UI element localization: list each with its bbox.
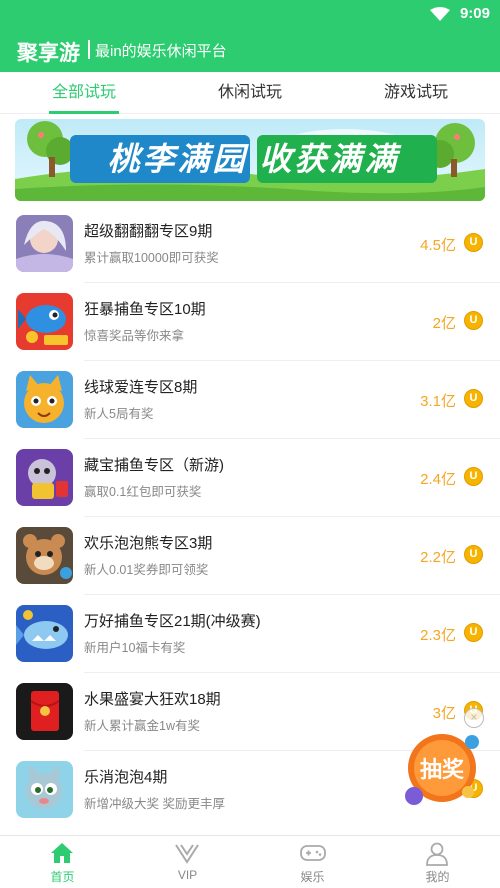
list-item[interactable]: 藏宝捕鱼专区（新游) 赢取0.1红包即可获奖 2.4亿 U bbox=[0, 439, 500, 517]
nav-label: 首页 bbox=[50, 870, 75, 884]
list-item[interactable]: 超级翻翻翻专区9期 累计赢取10000即可获奖 4.5亿 U bbox=[0, 205, 500, 283]
nav-mine[interactable]: 我的 bbox=[375, 836, 500, 888]
cat-game-icon bbox=[16, 371, 73, 428]
tab-label: 全部试玩 bbox=[51, 84, 116, 101]
prize-amount: 4.5亿 bbox=[420, 237, 456, 254]
nav-label: VIP bbox=[177, 868, 198, 882]
game-name: 水果盛宴大狂欢18期 bbox=[84, 691, 221, 708]
coin-icon: U bbox=[464, 389, 483, 408]
bubble-bear-icon bbox=[16, 527, 73, 584]
nav-vip[interactable]: VIP bbox=[125, 836, 250, 888]
game-name: 乐消泡泡4期 bbox=[84, 769, 168, 786]
list-item[interactable]: 欢乐泡泡熊专区3期 新人0.01奖券即可领奖 2.2亿 U bbox=[0, 517, 500, 595]
game-name: 欢乐泡泡熊专区3期 bbox=[84, 535, 213, 552]
red-envelope-icon bbox=[16, 683, 73, 740]
vip-icon bbox=[175, 844, 199, 864]
game-desc: 累计赢取10000即可获奖 bbox=[84, 251, 219, 265]
game-name: 超级翻翻翻专区9期 bbox=[84, 223, 213, 240]
nav-label: 娱乐 bbox=[300, 870, 325, 884]
game-name: 万好捕鱼专区21期(冲级赛) bbox=[84, 613, 261, 630]
list-item[interactable]: 狂暴捕鱼专区10期 惊喜奖品等你来拿 2亿 U bbox=[0, 283, 500, 361]
list-item[interactable]: 万好捕鱼专区21期(冲级赛) 新用户10福卡有奖 2.3亿 U bbox=[0, 595, 500, 673]
game-desc: 惊喜奖品等你来拿 bbox=[84, 329, 185, 343]
tab-indicator bbox=[49, 111, 119, 114]
status-time: 9:09 bbox=[459, 5, 490, 22]
prize-amount: 3.1亿 bbox=[420, 393, 456, 410]
user-icon bbox=[426, 842, 448, 866]
game-name: 线球爱连专区8期 bbox=[84, 379, 198, 396]
gamepad-icon bbox=[300, 845, 326, 861]
nav-label: 我的 bbox=[425, 870, 450, 884]
lottery-button[interactable]: 抽奖 bbox=[402, 730, 482, 810]
home-icon bbox=[51, 843, 73, 863]
tab-label: 游戏试玩 bbox=[383, 84, 448, 101]
bubble-cat-icon bbox=[16, 761, 73, 818]
wifi-icon bbox=[430, 7, 450, 21]
game-desc: 新用户10福卡有奖 bbox=[84, 641, 186, 655]
shark-fish-icon bbox=[16, 605, 73, 662]
promo-banner[interactable]: 桃李满园 收获满满 bbox=[15, 119, 485, 201]
tab-games[interactable]: 游戏试玩 bbox=[356, 72, 476, 114]
coin-icon: U bbox=[464, 233, 483, 252]
app-title: 聚享游 bbox=[17, 42, 80, 65]
fantasy-warrior-icon bbox=[16, 215, 73, 272]
tab-all[interactable]: 全部试玩 bbox=[24, 72, 144, 114]
lottery-label: 抽奖 bbox=[419, 757, 464, 782]
game-name: 狂暴捕鱼专区10期 bbox=[84, 301, 206, 318]
game-desc: 新人0.01奖券即可领奖 bbox=[84, 563, 209, 577]
title-divider bbox=[88, 40, 90, 59]
prize-amount: 2亿 bbox=[432, 315, 456, 332]
coin-icon: U bbox=[464, 623, 483, 642]
tab-label: 休闲试玩 bbox=[217, 84, 282, 101]
game-desc: 新人5局有奖 bbox=[84, 407, 154, 421]
app-header: 聚享游 最in的娱乐休闲平台 bbox=[0, 28, 500, 72]
category-tabs: 全部试玩 休闲试玩 游戏试玩 bbox=[0, 72, 500, 114]
treasure-fish-icon bbox=[16, 449, 73, 506]
lottery-close-button[interactable]: × bbox=[464, 708, 484, 728]
coin-icon: U bbox=[464, 545, 483, 564]
nav-entertainment[interactable]: 娱乐 bbox=[250, 836, 375, 888]
app-slogan: 最in的娱乐休闲平台 bbox=[95, 43, 227, 60]
game-desc: 赢取0.1红包即可获奖 bbox=[84, 485, 202, 499]
banner-text: 桃李满园 收获满满 bbox=[107, 141, 400, 177]
prize-amount: 3亿 bbox=[432, 705, 456, 722]
prize-amount: 2.2亿 bbox=[420, 549, 456, 566]
game-name: 藏宝捕鱼专区（新游) bbox=[84, 457, 224, 474]
game-desc: 新人累计赢金1w有奖 bbox=[84, 719, 200, 733]
nav-home[interactable]: 首页 bbox=[0, 836, 125, 888]
coin-icon: U bbox=[464, 467, 483, 486]
fish-game-icon bbox=[16, 293, 73, 350]
prize-amount: 2.3亿 bbox=[420, 627, 456, 644]
prize-amount: 2.4亿 bbox=[420, 471, 456, 488]
game-desc: 新增冲级大奖 奖励更丰厚 bbox=[84, 797, 225, 811]
bottom-nav: 首页 VIP 娱乐 我的 bbox=[0, 835, 500, 888]
coin-icon: U bbox=[464, 311, 483, 330]
status-bar: 9:09 bbox=[0, 0, 500, 28]
tab-casual[interactable]: 休闲试玩 bbox=[190, 72, 310, 114]
list-item[interactable]: 线球爱连专区8期 新人5局有奖 3.1亿 U bbox=[0, 361, 500, 439]
